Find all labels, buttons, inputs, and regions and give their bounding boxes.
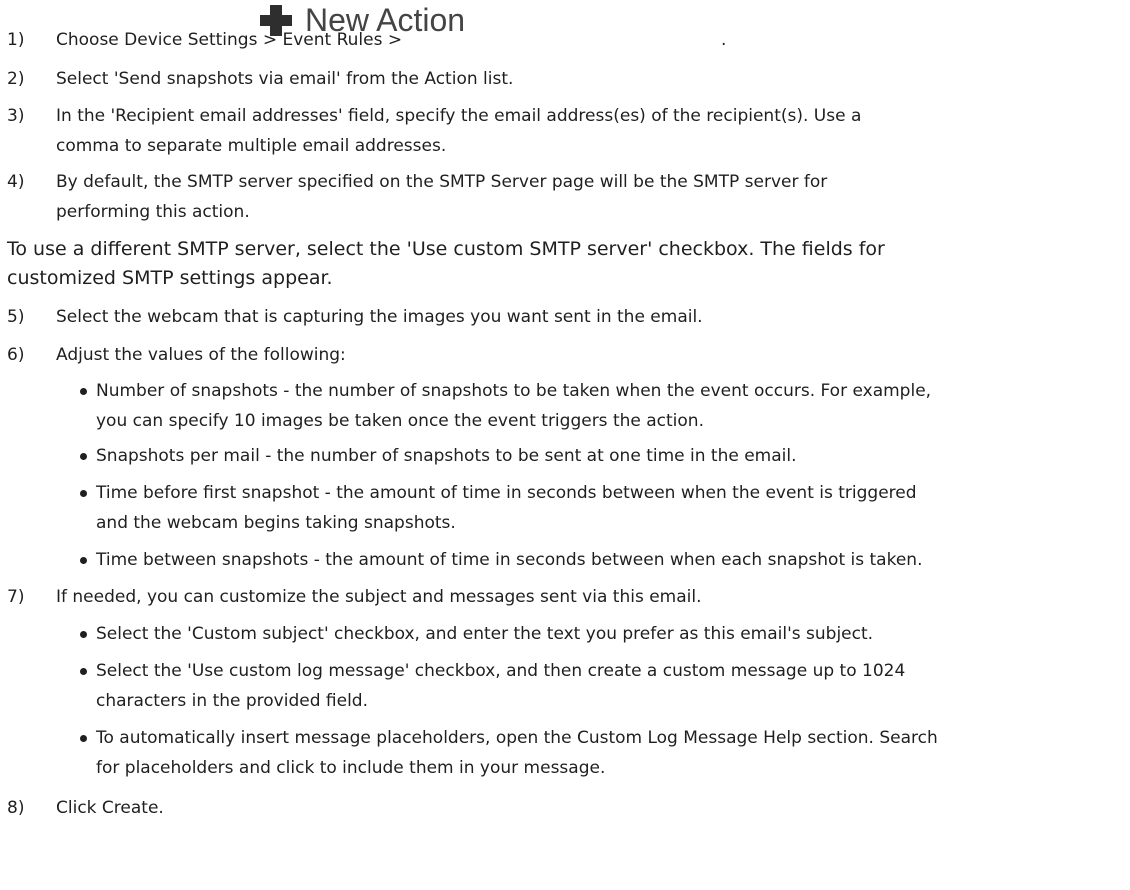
step-text: Adjust the values of the following:: [56, 345, 346, 365]
list-item: Select the 'Use custom log message' chec…: [0, 656, 1130, 716]
note-line-2: customized SMTP settings appear.: [7, 267, 333, 289]
bullet-icon: [80, 668, 87, 675]
bullet-text-line-1: To automatically insert message placehol…: [96, 728, 938, 748]
step-number: 3): [7, 106, 25, 126]
bullet-icon: [80, 557, 87, 564]
list-item: Snapshots per mail - the number of snaps…: [0, 441, 1130, 471]
step-text: Click Create.: [56, 798, 164, 818]
instructions-document: 1) Choose Device Settings > Event Rules …: [0, 0, 1130, 890]
bullet-icon: [80, 735, 87, 742]
bullet-text-line-1: Select the 'Use custom log message' chec…: [96, 661, 906, 681]
step-text: If needed, you can customize the subject…: [56, 587, 702, 607]
step-text-line-1: In the 'Recipient email addresses' field…: [56, 106, 862, 126]
bullet-text-line-1: Time between snapshots - the amount of t…: [96, 550, 923, 570]
step-number: 1): [7, 30, 25, 50]
bullet-text-line-1: Snapshots per mail - the number of snaps…: [96, 446, 797, 466]
step-1-tail: .: [721, 30, 727, 50]
bullet-text-line-2: characters in the provided field.: [96, 691, 368, 711]
step-4: 4) By default, the SMTP server specified…: [0, 167, 1130, 227]
step-number: 4): [7, 172, 25, 192]
step-text: Select the webcam that is capturing the …: [56, 307, 703, 327]
bullet-icon: [80, 490, 87, 497]
list-item: Select the 'Custom subject' checkbox, an…: [0, 619, 1130, 649]
step-2: 2) Select 'Send snapshots via email' fro…: [0, 64, 1130, 94]
step-7: 7) If needed, you can customize the subj…: [0, 582, 1130, 612]
step-text-line-2: performing this action.: [56, 202, 250, 222]
bullet-text-line-2: you can specify 10 images be taken once …: [96, 411, 704, 431]
step-text: Select 'Send snapshots via email' from t…: [56, 69, 514, 89]
step-text-line-2: comma to separate multiple email address…: [56, 136, 447, 156]
bullet-text-line-1: Time before first snapshot - the amount …: [96, 483, 917, 503]
bullet-text-line-1: Number of snapshots - the number of snap…: [96, 381, 932, 401]
step-number: 7): [7, 587, 25, 607]
new-action-label: New Action: [305, 2, 466, 38]
step-text-line-1: By default, the SMTP server specified on…: [56, 172, 828, 192]
step-5: 5) Select the webcam that is capturing t…: [0, 302, 1130, 332]
step-8: 8) Click Create.: [0, 793, 1130, 823]
step-3: 3) In the 'Recipient email addresses' fi…: [0, 101, 1130, 161]
bullet-text-line-1: Select the 'Custom subject' checkbox, an…: [96, 624, 874, 644]
bullet-icon: [80, 388, 87, 395]
list-item: Time before first snapshot - the amount …: [0, 478, 1130, 538]
list-item: To automatically insert message placehol…: [0, 723, 1130, 783]
plus-icon: [260, 5, 292, 36]
step-number: 6): [7, 345, 25, 365]
note-line-1: To use a different SMTP server, select t…: [7, 238, 885, 260]
step-number: 5): [7, 307, 25, 327]
bullet-icon: [80, 453, 87, 460]
new-action-button[interactable]: New Action: [257, 2, 719, 38]
bullet-text-line-2: and the webcam begins taking snapshots.: [96, 513, 456, 533]
step-6: 6) Adjust the values of the following:: [0, 340, 1130, 370]
step-number: 8): [7, 798, 25, 818]
smtp-note: To use a different SMTP server, select t…: [7, 235, 1117, 293]
bullet-text-line-2: for placeholders and click to include th…: [96, 758, 606, 778]
list-item: Number of snapshots - the number of snap…: [0, 376, 1130, 436]
bullet-icon: [80, 631, 87, 638]
step-number: 2): [7, 69, 25, 89]
list-item: Time between snapshots - the amount of t…: [0, 545, 1130, 575]
step-text: Choose Device Settings > Event Rules >: [56, 30, 403, 50]
